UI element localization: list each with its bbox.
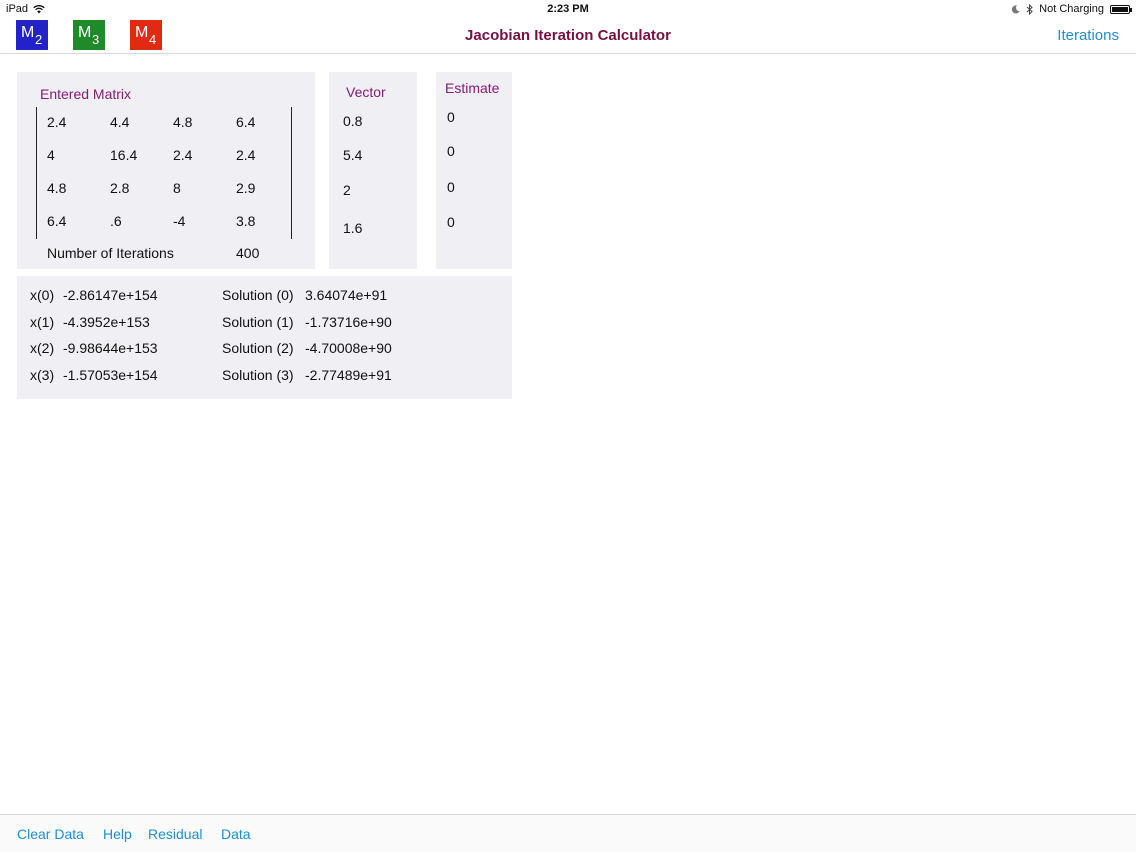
navigation-bar: M 2 M 3 M 4 Jacobian Iteration Calculato… bbox=[0, 18, 1136, 54]
matrix-cell[interactable]: .6 bbox=[110, 213, 122, 229]
matrix-cell[interactable]: 2.4 bbox=[47, 114, 66, 130]
iterations-button[interactable]: Iterations bbox=[1057, 27, 1119, 44]
matrix-cell[interactable]: 2.4 bbox=[236, 147, 255, 163]
x-value: -2.86147e+154 bbox=[63, 287, 158, 303]
matrix-cell[interactable]: 4 bbox=[47, 147, 55, 163]
x-label: x(2) bbox=[30, 340, 55, 356]
charging-status: Not Charging bbox=[1039, 3, 1104, 15]
matrix-cell[interactable]: 2.8 bbox=[110, 180, 129, 196]
x-label: x(0) bbox=[30, 287, 55, 303]
estimate-cell[interactable]: 0 bbox=[447, 109, 455, 125]
status-right: Not Charging bbox=[1011, 3, 1132, 15]
matrix-cell[interactable]: 4.8 bbox=[173, 114, 192, 130]
solution-value: 3.64074e+91 bbox=[305, 287, 388, 303]
status-time: 2:23 PM bbox=[547, 3, 589, 15]
matrix-left-bracket bbox=[36, 107, 37, 239]
estimate-panel: Estimate 0 0 0 0 bbox=[436, 72, 512, 269]
data-button[interactable]: Data bbox=[221, 826, 251, 842]
help-button[interactable]: Help bbox=[103, 826, 132, 842]
page-title: Jacobian Iteration Calculator bbox=[465, 27, 671, 44]
moon-icon bbox=[1012, 4, 1020, 13]
x-label: x(3) bbox=[30, 367, 55, 383]
matrix-panel: Entered Matrix 2.4 4.4 4.8 6.4 4 16.4 2.… bbox=[17, 72, 315, 269]
iterations-value[interactable]: 400 bbox=[236, 245, 259, 261]
matrix-cell[interactable]: 2.9 bbox=[236, 180, 255, 196]
x-value: -1.57053e+154 bbox=[63, 367, 158, 383]
solution-label: Solution (0) bbox=[222, 287, 294, 303]
matrix-cell[interactable]: 4.4 bbox=[110, 114, 129, 130]
estimate-cell[interactable]: 0 bbox=[447, 179, 455, 195]
matrix-right-bracket bbox=[291, 107, 292, 239]
solution-value: -2.77489e+91 bbox=[305, 367, 392, 383]
x-value: -9.98644e+153 bbox=[63, 340, 158, 356]
battery-icon bbox=[1110, 4, 1132, 14]
matrix-title: Entered Matrix bbox=[40, 86, 132, 102]
solution-value: -4.70008e+90 bbox=[305, 340, 392, 356]
vector-cell[interactable]: 5.4 bbox=[343, 147, 362, 163]
estimate-cell[interactable]: 0 bbox=[447, 143, 455, 159]
iterations-label: Number of Iterations bbox=[47, 245, 174, 261]
estimate-title: Estimate bbox=[445, 80, 500, 96]
solution-label: Solution (2) bbox=[222, 340, 294, 356]
clear-data-button[interactable]: Clear Data bbox=[17, 826, 84, 842]
x-value: -4.3952e+153 bbox=[63, 314, 150, 330]
matrix-cell[interactable]: 6.4 bbox=[47, 213, 66, 229]
x-label: x(1) bbox=[30, 314, 55, 330]
matrix-cell[interactable]: 2.4 bbox=[173, 147, 192, 163]
solution-label: Solution (3) bbox=[222, 367, 294, 383]
matrix-cell[interactable]: 8 bbox=[173, 180, 181, 196]
matrix-cell[interactable]: 3.8 bbox=[236, 213, 255, 229]
status-bar: iPad 2:23 PM Not Charging bbox=[0, 0, 1136, 18]
bottom-toolbar: Clear Data Help Residual Data bbox=[0, 814, 1136, 852]
matrix-cell[interactable]: -4 bbox=[173, 213, 185, 229]
solution-value: -1.73716e+90 bbox=[305, 314, 392, 330]
vector-cell[interactable]: 2 bbox=[343, 182, 351, 198]
solution-label: Solution (1) bbox=[222, 314, 294, 330]
matrix-cell[interactable]: 16.4 bbox=[110, 147, 137, 163]
estimate-cell[interactable]: 0 bbox=[447, 214, 455, 230]
vector-panel: Vector 0.8 5.4 2 1.6 bbox=[329, 72, 417, 269]
vector-cell[interactable]: 0.8 bbox=[343, 113, 362, 129]
results-panel: x(0) -2.86147e+154 x(1) -4.3952e+153 x(2… bbox=[17, 276, 512, 399]
bluetooth-icon bbox=[1026, 3, 1033, 15]
vector-title: Vector bbox=[346, 84, 386, 100]
matrix-cell[interactable]: 6.4 bbox=[236, 114, 255, 130]
matrix-cell[interactable]: 4.8 bbox=[47, 180, 66, 196]
vector-cell[interactable]: 1.6 bbox=[343, 220, 362, 236]
residual-button[interactable]: Residual bbox=[148, 826, 202, 842]
